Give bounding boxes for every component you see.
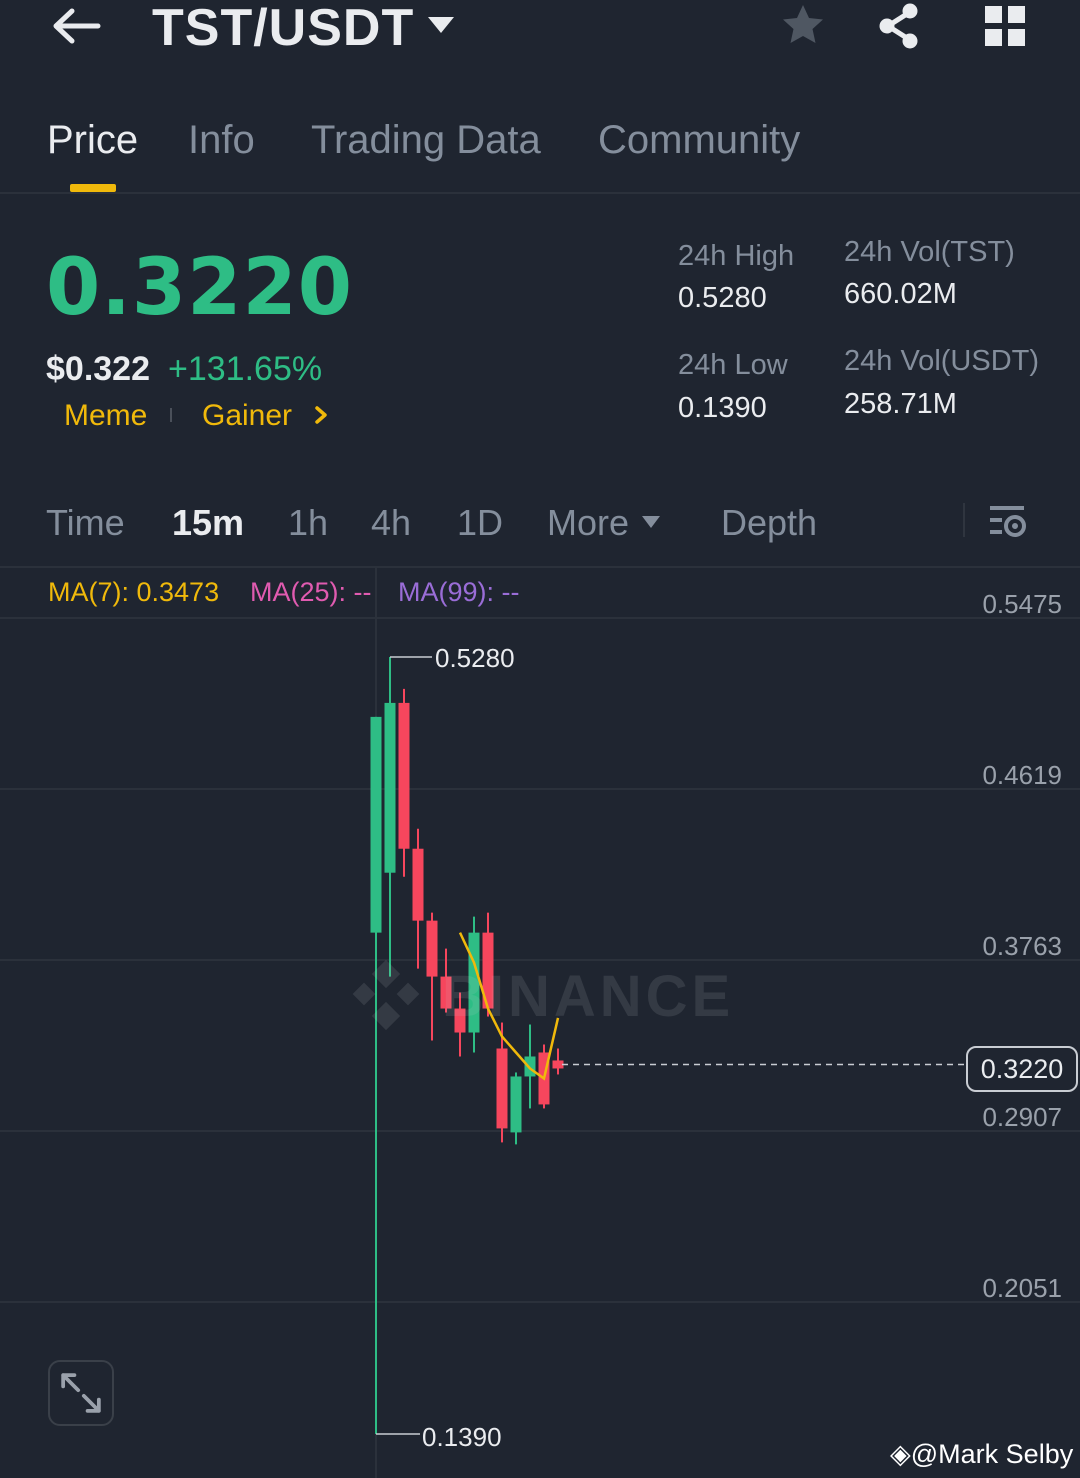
ma7-label: MA(7): 0.3473 — [48, 577, 220, 607]
tab-info[interactable]: Info — [188, 116, 255, 164]
chart-settings-icon[interactable] — [988, 502, 1028, 540]
stat-vol-quote-value: 258.71M — [844, 388, 957, 420]
low-marker-label: 0.1390 — [422, 1422, 502, 1452]
candle-body — [524, 1056, 536, 1077]
tab-trading-data[interactable]: Trading Data — [311, 116, 541, 164]
stat-vol-base-value: 660.02M — [844, 278, 957, 310]
y-axis-tick: 0.2051 — [982, 1273, 1062, 1303]
interval-4h[interactable]: 4h — [371, 500, 411, 546]
y-axis-tick: 0.3763 — [982, 931, 1062, 961]
toolbar-separator — [963, 503, 965, 537]
credit-watermark: ◈@Mark Selby — [890, 1436, 1073, 1472]
y-axis-tick: 0.5475 — [982, 589, 1062, 619]
candle-body — [496, 1048, 508, 1129]
tag-separator — [170, 408, 172, 422]
candle-body — [384, 702, 396, 873]
y-axis-tick: 0.2907 — [982, 1102, 1062, 1132]
stat-high-label: 24h High — [678, 240, 795, 272]
interval-15m[interactable]: 15m — [172, 500, 244, 546]
caret-down-icon[interactable] — [426, 14, 456, 36]
tag-meme[interactable]: Meme — [64, 396, 147, 436]
candle-body — [552, 1060, 564, 1069]
interval-1d[interactable]: 1D — [457, 500, 503, 546]
interval-depth[interactable]: Depth — [721, 500, 817, 546]
stat-vol-quote-label: 24h Vol(USDT) — [844, 345, 1040, 377]
chevron-right-icon[interactable] — [312, 404, 330, 426]
candle-body — [398, 702, 410, 849]
candle-body — [412, 848, 424, 921]
binance-watermark-logo: BINANCE — [352, 959, 732, 1031]
grid-icon[interactable] — [983, 4, 1027, 48]
active-tab-indicator — [70, 184, 116, 192]
watermark-text: BINANCE — [442, 964, 732, 1029]
usd-price: $0.322 — [46, 350, 150, 388]
stat-high-value: 0.5280 — [678, 282, 767, 314]
high-marker-label: 0.5280 — [435, 643, 515, 673]
share-icon[interactable] — [876, 2, 922, 50]
price-change-percent: +131.65% — [168, 350, 323, 388]
candle-body — [370, 716, 382, 933]
interval-time[interactable]: Time — [46, 500, 125, 546]
fullscreen-expand-icon[interactable] — [48, 1360, 114, 1426]
stat-vol-base-label: 24h Vol(TST) — [844, 236, 1015, 268]
stat-low-value: 0.1390 — [678, 392, 767, 424]
last-price: 0.3220 — [46, 243, 353, 333]
y-axis-tick: 0.4619 — [982, 760, 1062, 790]
interval-more[interactable]: More — [547, 500, 629, 546]
tab-community[interactable]: Community — [598, 116, 800, 164]
tag-gainer[interactable]: Gainer — [202, 396, 292, 436]
pair-title[interactable]: TST/USDT — [152, 0, 414, 56]
back-arrow-icon[interactable] — [50, 6, 102, 46]
star-icon[interactable] — [780, 2, 826, 48]
ma25-label: MA(25): -- — [250, 577, 372, 607]
interval-1h[interactable]: 1h — [288, 500, 328, 546]
tabs-divider — [0, 192, 1080, 194]
candle-body — [510, 1076, 522, 1133]
credit-text: @Mark Selby — [910, 1439, 1074, 1469]
credit-logo-icon: ◈ — [890, 1439, 911, 1469]
more-caret-down-icon[interactable] — [640, 514, 662, 530]
ma99-label: MA(99): -- — [398, 577, 520, 607]
current-price-tag: 0.3220 — [966, 1046, 1078, 1092]
tab-price[interactable]: Price — [47, 116, 138, 164]
stat-low-label: 24h Low — [678, 349, 788, 381]
